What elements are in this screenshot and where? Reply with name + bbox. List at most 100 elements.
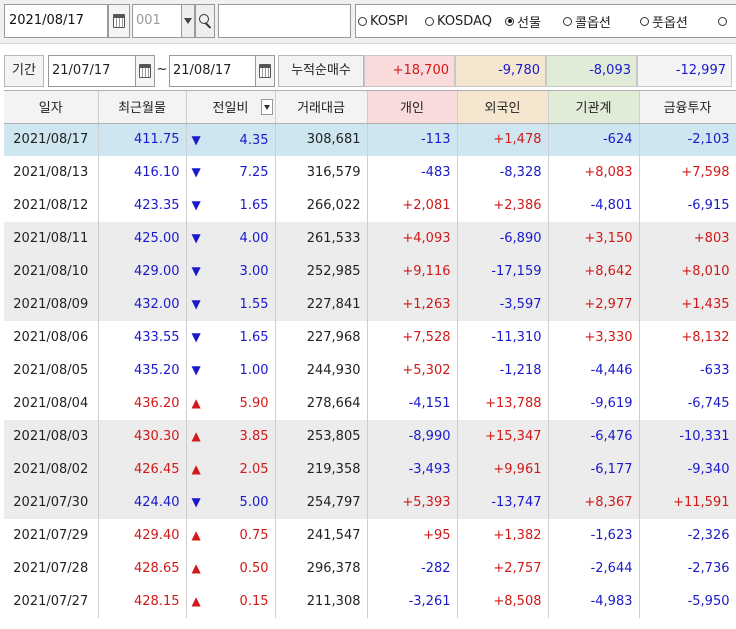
col-header-date[interactable]: 일자 xyxy=(4,91,99,124)
col-header-recent-month[interactable]: 최근월물 xyxy=(98,91,187,124)
calendar-button[interactable] xyxy=(108,4,130,38)
cell-change: ▲ 3.85 xyxy=(186,420,276,453)
cell-individual: +9,116 xyxy=(367,255,458,288)
table-row[interactable]: 2021/07/27 428.15 ▲ 0.15 211,308 -3,261 +8,508… xyxy=(4,585,736,618)
table-row[interactable]: 2021/07/30 424.40 ▼ 5.00 254,797 +5,393 -13,74… xyxy=(4,486,736,519)
cell-institution: -2,644 xyxy=(548,552,640,585)
cell-individual: -113 xyxy=(367,123,458,156)
cell-recent-price: 416.10 xyxy=(98,156,187,189)
code-input[interactable]: 001 xyxy=(132,4,182,38)
col-header-change[interactable]: 전일비 xyxy=(186,91,276,124)
change-value: 0.15 xyxy=(239,594,269,609)
cell-recent-price: 424.40 xyxy=(98,486,187,519)
cell-date: 2021/07/30 xyxy=(4,486,99,519)
cell-financial: -2,103 xyxy=(639,123,736,156)
cell-volume: 227,968 xyxy=(275,321,368,354)
cell-recent-price: 433.55 xyxy=(98,321,187,354)
radio-circle-icon xyxy=(505,16,514,26)
table-row[interactable]: 2021/07/29 429.40 ▲ 0.75 241,547 +95 +1,382 -1,… xyxy=(4,519,736,552)
cell-change: ▼ 1.55 xyxy=(186,288,276,321)
search-button[interactable] xyxy=(195,4,215,38)
period-to-input[interactable]: 21/08/17 xyxy=(169,55,256,87)
table-row[interactable]: 2021/08/10 429.00 ▼ 3.00 252,985 +9,116 -17,15… xyxy=(4,255,736,288)
change-value: 0.50 xyxy=(239,561,269,576)
cell-date: 2021/08/17 xyxy=(4,123,99,156)
col-header-foreign[interactable]: 외국인 xyxy=(457,91,549,124)
cell-individual: -483 xyxy=(367,156,458,189)
cell-date: 2021/08/09 xyxy=(4,288,99,321)
change-dropdown-icon[interactable] xyxy=(260,99,273,115)
radio-call-option[interactable]: 콜옵션 xyxy=(563,5,611,37)
cell-recent-price: 428.65 xyxy=(98,552,187,585)
triangle-up-icon: ▲ xyxy=(191,594,201,608)
radio-circle-icon xyxy=(358,16,367,26)
cell-financial: -6,915 xyxy=(639,189,736,222)
triangle-down-icon: ▼ xyxy=(191,297,201,311)
from-calendar-button[interactable] xyxy=(135,55,155,87)
search-icon xyxy=(199,14,209,24)
change-value: 1.00 xyxy=(239,363,269,378)
period-row: 기간 21/07/17 ~ 21/08/17 누적순매수 +18,700 -9,… xyxy=(0,52,736,90)
radio-put-option[interactable]: 풋옵션 xyxy=(640,5,688,37)
table-row[interactable]: 2021/08/03 430.30 ▲ 3.85 253,805 -8,990 +15,34… xyxy=(4,420,736,453)
cell-financial: +7,598 xyxy=(639,156,736,189)
radio-more[interactable] xyxy=(718,5,730,37)
triangle-down-icon: ▼ xyxy=(191,198,201,212)
cell-volume: 253,805 xyxy=(275,420,368,453)
cell-foreign: -17,159 xyxy=(457,255,549,288)
cell-date: 2021/08/06 xyxy=(4,321,99,354)
cell-change: ▲ 0.75 xyxy=(186,519,276,552)
cell-volume: 261,533 xyxy=(275,222,368,255)
table-row[interactable]: 2021/08/05 435.20 ▼ 1.00 244,930 +5,302 -1,218… xyxy=(4,354,736,387)
cell-change: ▲ 0.15 xyxy=(186,585,276,618)
cell-recent-price: 429.40 xyxy=(98,519,187,552)
cell-volume: 252,985 xyxy=(275,255,368,288)
cell-financial: +1,435 xyxy=(639,288,736,321)
triangle-down-icon: ▼ xyxy=(191,495,201,509)
radio-futures[interactable]: 선물 xyxy=(505,5,541,37)
cell-recent-price: 435.20 xyxy=(98,354,187,387)
table-row[interactable]: 2021/08/13 416.10 ▼ 7.25 316,579 -483 -8,328 +8… xyxy=(4,156,736,189)
cum-foreign: -9,780 xyxy=(455,55,546,87)
change-value: 3.00 xyxy=(239,264,269,279)
col-header-volume[interactable]: 거래대금 xyxy=(275,91,368,124)
cell-institution: -4,801 xyxy=(548,189,640,222)
table-row[interactable]: 2021/08/09 432.00 ▼ 1.55 227,841 +1,263 -3,597… xyxy=(4,288,736,321)
cell-individual: +1,263 xyxy=(367,288,458,321)
cell-volume: 211,308 xyxy=(275,585,368,618)
cell-volume: 241,547 xyxy=(275,519,368,552)
table-row[interactable]: 2021/08/12 423.35 ▼ 1.65 266,022 +2,081 +2,386… xyxy=(4,189,736,222)
col-header-institution[interactable]: 기관계 xyxy=(548,91,640,124)
to-calendar-button[interactable] xyxy=(255,55,275,87)
radio-kosdaq[interactable]: KOSDAQ xyxy=(425,5,492,37)
radio-kospi[interactable]: KOSPI xyxy=(358,5,408,37)
cell-recent-price: 432.00 xyxy=(98,288,187,321)
triangle-up-icon: ▲ xyxy=(191,396,201,410)
table-row[interactable]: 2021/08/02 426.45 ▲ 2.05 219,358 -3,493 +9,961… xyxy=(4,453,736,486)
date-input[interactable]: 2021/08/17 xyxy=(4,4,108,38)
cell-change: ▼ 3.00 xyxy=(186,255,276,288)
cell-foreign: +2,386 xyxy=(457,189,549,222)
radio-label: KOSPI xyxy=(370,13,408,29)
table-row[interactable]: 2021/08/11 425.00 ▼ 4.00 261,533 +4,093 -6,890… xyxy=(4,222,736,255)
cell-institution: -4,983 xyxy=(548,585,640,618)
table-row[interactable]: 2021/08/17 411.75 ▼ 4.35 308,681 -113 +1,478 -6… xyxy=(4,123,736,156)
cell-financial: +8,132 xyxy=(639,321,736,354)
table-row[interactable]: 2021/08/04 436.20 ▲ 5.90 278,664 -4,151 +13,78… xyxy=(4,387,736,420)
code-dropdown-button[interactable] xyxy=(181,4,195,38)
cell-change: ▼ 1.65 xyxy=(186,189,276,222)
calendar-icon xyxy=(259,64,271,78)
change-value: 0.75 xyxy=(239,528,269,543)
cell-date: 2021/08/04 xyxy=(4,387,99,420)
cell-foreign: -13,747 xyxy=(457,486,549,519)
table-row[interactable]: 2021/08/06 433.55 ▼ 1.65 227,968 +7,528 -11,31… xyxy=(4,321,736,354)
table-row[interactable]: 2021/07/28 428.65 ▲ 0.50 296,378 -282 +2,757 -2… xyxy=(4,552,736,585)
radio-label: 선물 xyxy=(517,15,541,31)
cell-date: 2021/08/12 xyxy=(4,189,99,222)
investor-trend-grid[interactable]: 일자 최근월물 전일비 거래대금 개인 외국인 기관계 금융투자 2021/08… xyxy=(4,90,736,629)
col-header-financial[interactable]: 금융투자 xyxy=(639,91,736,124)
cell-date: 2021/08/02 xyxy=(4,453,99,486)
market-radio-group: KOSPI KOSDAQ 선물 콜옵션 풋옵션 xyxy=(355,4,736,38)
period-from-input[interactable]: 21/07/17 xyxy=(48,55,136,87)
col-header-individual[interactable]: 개인 xyxy=(367,91,458,124)
